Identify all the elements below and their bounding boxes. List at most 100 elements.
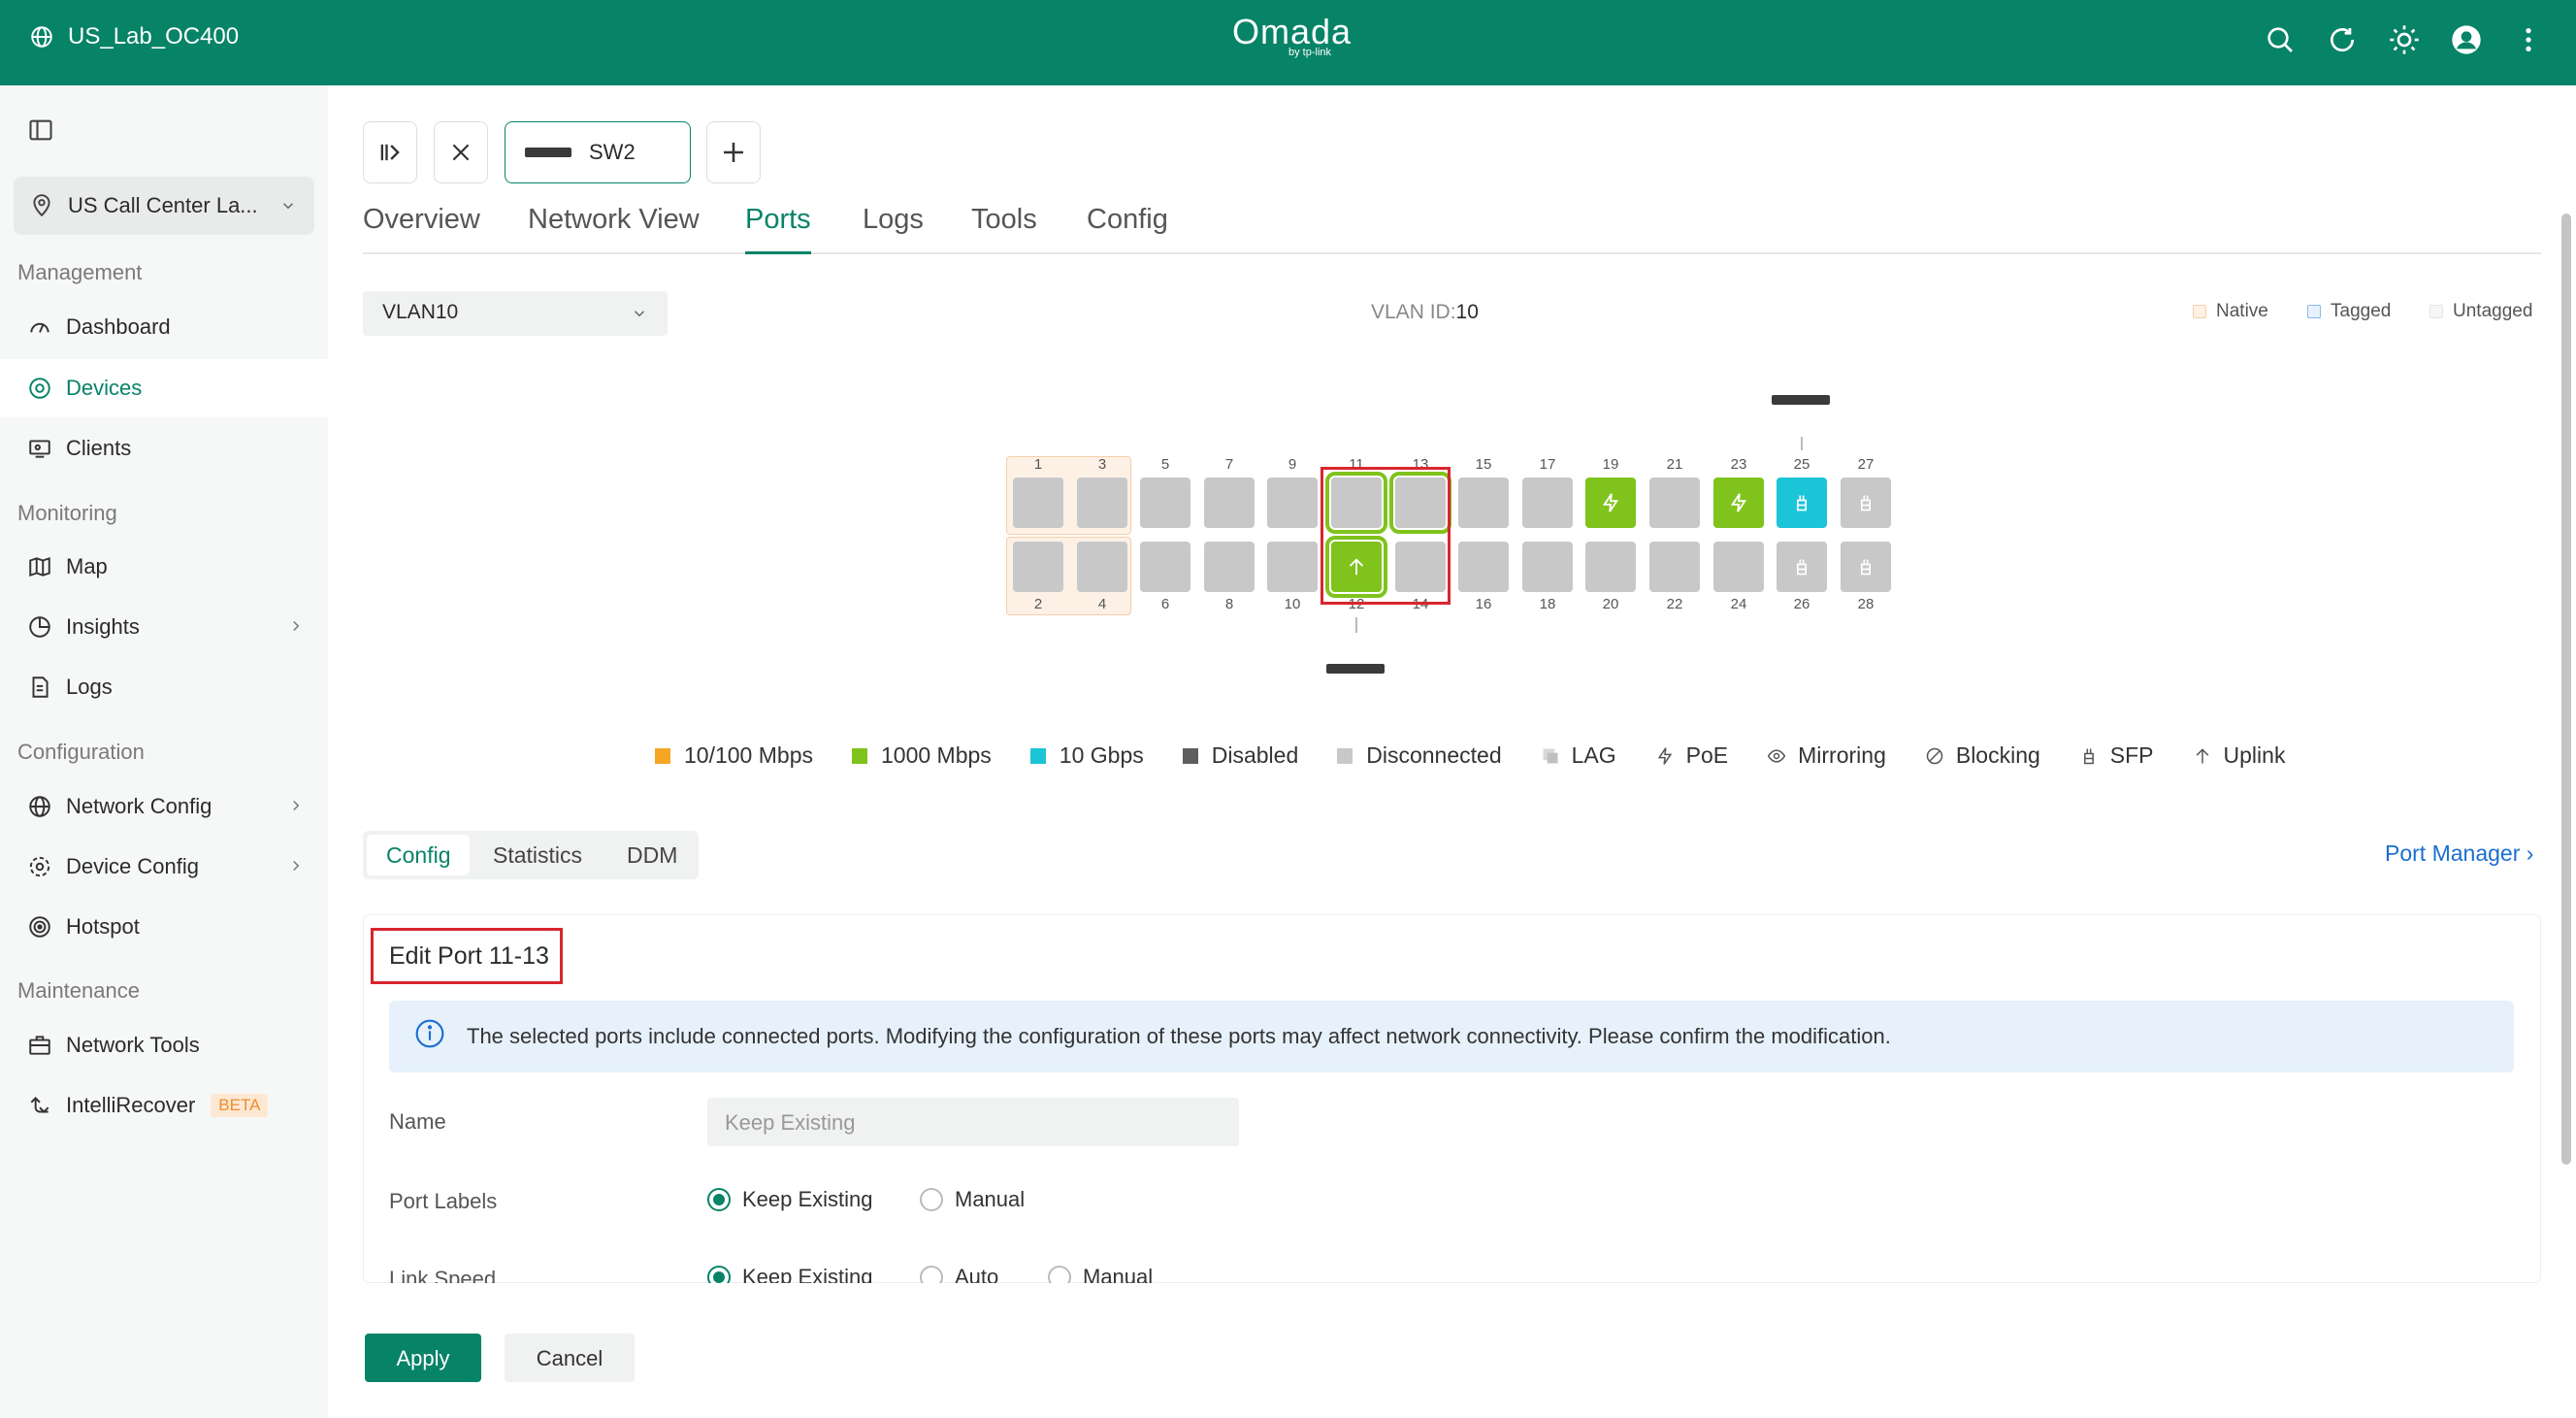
sidebar-item-devices[interactable]: Devices [0,359,328,417]
sidebar-item-network-config[interactable]: Network Config [0,777,328,836]
sidebar-toggle-icon[interactable] [27,116,54,148]
close-icon [452,144,470,161]
name-input[interactable]: Keep Existing [707,1098,1239,1146]
close-panel-button[interactable] [434,121,488,183]
sidebar-item-dashboard[interactable]: Dashboard [0,298,328,356]
cancel-button[interactable]: Cancel [505,1334,635,1382]
port-labels-keep-existing-radio[interactable]: Keep Existing [707,1187,873,1212]
sidebar-item-intellirecover[interactable]: IntelliRecover BETA [0,1076,328,1135]
sidebar-item-label: Network Tools [66,1033,200,1057]
legend-uplink: Uplink [2193,742,2285,769]
scrollbar[interactable] [2561,214,2571,1165]
vlan-select[interactable]: VLAN10 [363,291,668,336]
add-device-tab-button[interactable] [706,121,761,183]
top-header: US_Lab_OC400 Omada by tp-link [0,0,2576,85]
port-8[interactable] [1204,542,1255,592]
sidebar-item-logs[interactable]: Logs [0,658,328,716]
port-22[interactable] [1649,542,1700,592]
port-7[interactable] [1204,478,1255,528]
legend-1000: 1000 Mbps [851,742,992,769]
port-4[interactable] [1077,542,1127,592]
port-6[interactable] [1140,542,1190,592]
sidebar-item-label: IntelliRecover [66,1093,196,1117]
port-18[interactable] [1522,542,1573,592]
sidebar-item-label: Device Config [66,854,199,878]
sidebar-item-clients[interactable]: Clients [0,419,328,478]
sidebar-item-map[interactable]: Map [0,538,328,596]
port-28[interactable] [1841,542,1891,592]
tab-config[interactable]: Config [1087,204,1168,254]
subtab-statistics[interactable]: Statistics [473,835,602,875]
apply-button[interactable]: Apply [365,1334,481,1382]
top-port-label: 5 [1160,456,1170,473]
chevron-right-icon [293,800,300,811]
clients-icon [25,434,54,463]
tab-logs[interactable]: Logs [863,204,924,254]
port-2[interactable] [1013,542,1063,592]
legend-tagged: Tagged [2307,301,2391,322]
port-20[interactable] [1585,542,1636,592]
port-17[interactable] [1522,478,1573,528]
subtab-config[interactable]: Config [367,835,471,875]
port-26[interactable] [1777,542,1827,592]
sidebar-item-insights[interactable]: Insights [0,598,328,656]
site-selector[interactable]: US Call Center La... [14,177,314,235]
bottom-port-label: 20 [1602,596,1619,612]
port-5[interactable] [1140,478,1190,528]
vlan-id: VLAN ID:10 [1371,301,1479,324]
edit-port-panel [363,914,2541,1283]
device-tab-label: SW2 [589,140,636,164]
section-maintenance: Maintenance [17,978,140,1003]
logs-icon [25,673,54,702]
bottom-port-label: 28 [1857,596,1875,612]
expand-panel-button[interactable] [363,121,417,183]
more-icon[interactable] [2512,23,2545,56]
bottom-port-label: 8 [1224,596,1234,612]
chevron-right-icon [293,620,300,632]
link-speed-manual-radio[interactable]: Manual [1048,1265,1153,1283]
sfp-icon [1861,559,1871,576]
port-24[interactable] [1713,542,1764,592]
tab-ports[interactable]: Ports [745,204,811,254]
refresh-icon[interactable] [2326,23,2359,56]
port-manager-link[interactable]: Port Manager › [2385,841,2533,867]
port-labels-manual-radio[interactable]: Manual [920,1187,1025,1212]
tab-overview[interactable]: Overview [363,204,480,254]
sidebar-item-hotspot[interactable]: Hotspot [0,898,328,956]
toolbox-icon [25,1031,54,1060]
subtab-ddm[interactable]: DDM [607,835,697,875]
port-9[interactable] [1267,478,1318,528]
device-tab-sw2[interactable]: SW2 [505,121,691,183]
sfp-icon [1797,559,1807,576]
port-16[interactable] [1458,542,1509,592]
search-icon[interactable] [2264,23,2297,56]
port-23[interactable] [1713,478,1764,528]
link-speed-auto-radio[interactable]: Auto [920,1265,998,1283]
legend-10-100: 10/100 Mbps [655,742,813,769]
avatar[interactable] [2450,23,2483,56]
port-19[interactable] [1585,478,1636,528]
sfp-icon [1797,495,1807,511]
sidebar-item-network-tools[interactable]: Network Tools [0,1016,328,1074]
site-name-label: US_Lab_OC400 [68,23,240,49]
vlan-select-value: VLAN10 [382,301,459,323]
top-port-label: 27 [1857,456,1875,473]
tab-tools[interactable]: Tools [971,204,1037,254]
section-monitoring: Monitoring [17,501,117,525]
site-name[interactable]: US_Lab_OC400 [29,23,239,50]
port-3[interactable] [1077,478,1127,528]
port-10[interactable] [1267,542,1318,592]
sidebar-item-device-config[interactable]: Device Config [0,838,328,896]
theme-icon[interactable] [2388,23,2421,56]
legend-disconnected: Disconnected [1337,742,1502,769]
recover-icon [25,1091,54,1120]
tab-network-view[interactable]: Network View [528,204,700,254]
link-speed-keep-existing-radio[interactable]: Keep Existing [707,1265,873,1283]
port-1[interactable] [1013,478,1063,528]
port-15[interactable] [1458,478,1509,528]
dashboard-icon [25,313,54,342]
connected-ports-alert: The selected ports include connected por… [389,1001,2514,1072]
port-21[interactable] [1649,478,1700,528]
port-27[interactable] [1841,478,1891,528]
port-25[interactable] [1777,478,1827,528]
